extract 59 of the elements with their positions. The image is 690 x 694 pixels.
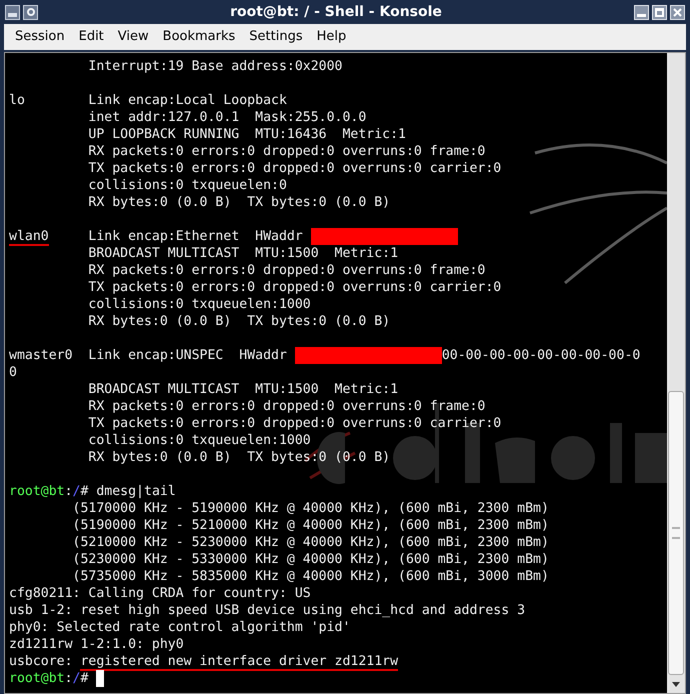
underlined-text: wlan0 bbox=[9, 229, 49, 246]
menu-item[interactable]: Edit bbox=[72, 27, 111, 47]
terminal-text: phy0: Selected rate control algorithm 'pid' bbox=[9, 620, 350, 635]
close-icon bbox=[673, 8, 682, 16]
terminal-text: cfg80211: Calling CRDA for country: US bbox=[9, 586, 311, 601]
menu-item[interactable]: Bookmarks bbox=[156, 27, 242, 47]
terminal-text: RX packets:0 errors:0 dropped:0 overruns:0 frame:0 bbox=[87, 399, 486, 414]
terminal-text: collisions:0 txqueuelen:0 bbox=[87, 178, 287, 193]
prompt-user: root@bt bbox=[9, 484, 65, 499]
terminal-text: collisions:0 txqueuelen:1000 bbox=[87, 433, 311, 448]
terminal-text: (5190000 KHz - 5210000 KHz @ 40000 KHz), (600 mBi, 2300 mBm) bbox=[72, 518, 549, 533]
terminal-text: (5230000 KHz - 5330000 KHz @ 40000 KHz), (600 mBi, 2300 mBm) bbox=[72, 552, 549, 567]
terminal-text: RX packets:0 errors:0 dropped:0 overruns:0 frame:0 bbox=[87, 144, 486, 159]
terminal-text: RX packets:0 errors:0 dropped:0 overruns:0 frame:0 bbox=[87, 263, 486, 278]
terminal-text: TX packets:0 errors:0 dropped:0 overruns:0 carrier:0 bbox=[87, 280, 502, 295]
terminal-text: # dmesg|tail bbox=[80, 484, 176, 499]
menu-item[interactable]: Settings bbox=[242, 27, 310, 47]
prompt-path: / bbox=[72, 671, 80, 686]
terminal-text: inet addr:127.0.0.1 Mask:255.0.0.0 bbox=[87, 110, 366, 125]
terminal-text: TX packets:0 errors:0 dropped:0 overruns:0 carrier:0 bbox=[87, 416, 502, 431]
terminal-text: lo Link encap:Local Loopback bbox=[9, 93, 287, 108]
terminal-text: (5170000 KHz - 5190000 KHz @ 40000 KHz), (600 mBi, 2300 mBm) bbox=[72, 501, 549, 516]
terminal-text: RX bytes:0 (0.0 B) TX bytes:0 (0.0 B) bbox=[87, 314, 390, 329]
terminal-text: Link encap:Ethernet HWaddr bbox=[87, 229, 304, 244]
terminal-text: : bbox=[64, 671, 73, 686]
terminal-text: collisions:0 txqueuelen:1000 bbox=[87, 297, 311, 312]
terminal-text: RX bytes:0 (0.0 B) TX bytes:0 (0.0 B) bbox=[87, 195, 390, 210]
minimize-button[interactable] bbox=[634, 4, 649, 20]
terminal-text: TX packets:0 errors:0 dropped:0 overruns:0 carrier:0 bbox=[87, 161, 502, 176]
underlined-text: registered new interface driver zd1211rw bbox=[80, 654, 398, 671]
prompt-path: / bbox=[72, 484, 80, 499]
terminal-text: : bbox=[64, 484, 73, 499]
menu-item[interactable]: Session bbox=[8, 27, 72, 47]
terminal-text: wmaster0 Link encap:UNSPEC HWaddr bbox=[9, 348, 288, 363]
scrollbar[interactable] bbox=[667, 53, 685, 693]
menu-item[interactable]: Help bbox=[310, 27, 354, 47]
menu-item[interactable]: View bbox=[110, 27, 156, 47]
terminal-text: # bbox=[80, 671, 90, 686]
terminal-text: RX bytes:0 (0.0 B) TX bytes:0 (0.0 B) bbox=[87, 450, 390, 465]
terminal-text: BROADCAST MULTICAST MTU:1500 Metric:1 bbox=[87, 382, 398, 397]
window-menu-icon[interactable] bbox=[5, 4, 20, 20]
terminal-text: 00-00-00-00-00-00-00-00-0 bbox=[442, 348, 640, 363]
maximize-button[interactable] bbox=[652, 4, 667, 20]
text-cursor bbox=[96, 670, 104, 687]
prompt-user: root@bt bbox=[9, 671, 65, 686]
terminal-text: (5210000 KHz - 5230000 KHz @ 40000 KHz), (600 mBi, 2300 mBm) bbox=[72, 535, 549, 550]
window-title: root@bt: / - Shell - Konsole bbox=[230, 2, 442, 22]
scrollbar-thumb[interactable] bbox=[668, 391, 684, 675]
close-button[interactable] bbox=[670, 4, 685, 20]
pin-icon[interactable] bbox=[23, 4, 38, 20]
down-arrow-icon bbox=[672, 682, 680, 686]
terminal-text: UP LOOPBACK RUNNING MTU:16436 Metric:1 bbox=[87, 127, 406, 142]
terminal-text: usbcore: bbox=[9, 654, 74, 669]
terminal-text: 0 bbox=[9, 365, 17, 380]
terminal-text: Interrupt:19 Base address:0x2000 bbox=[87, 59, 342, 74]
terminal-text: zd1211rw 1-2:1.0: phy0 bbox=[9, 637, 184, 652]
terminal-text: usb 1-2: reset high speed USB device using ehci_hcd and address 3 bbox=[9, 603, 526, 618]
terminal-text: BROADCAST MULTICAST MTU:1500 Metric:1 bbox=[87, 246, 398, 261]
terminal-text: (5735000 KHz - 5835000 KHz @ 40000 KHz), (600 mBi, 3000 mBm) bbox=[72, 569, 549, 584]
